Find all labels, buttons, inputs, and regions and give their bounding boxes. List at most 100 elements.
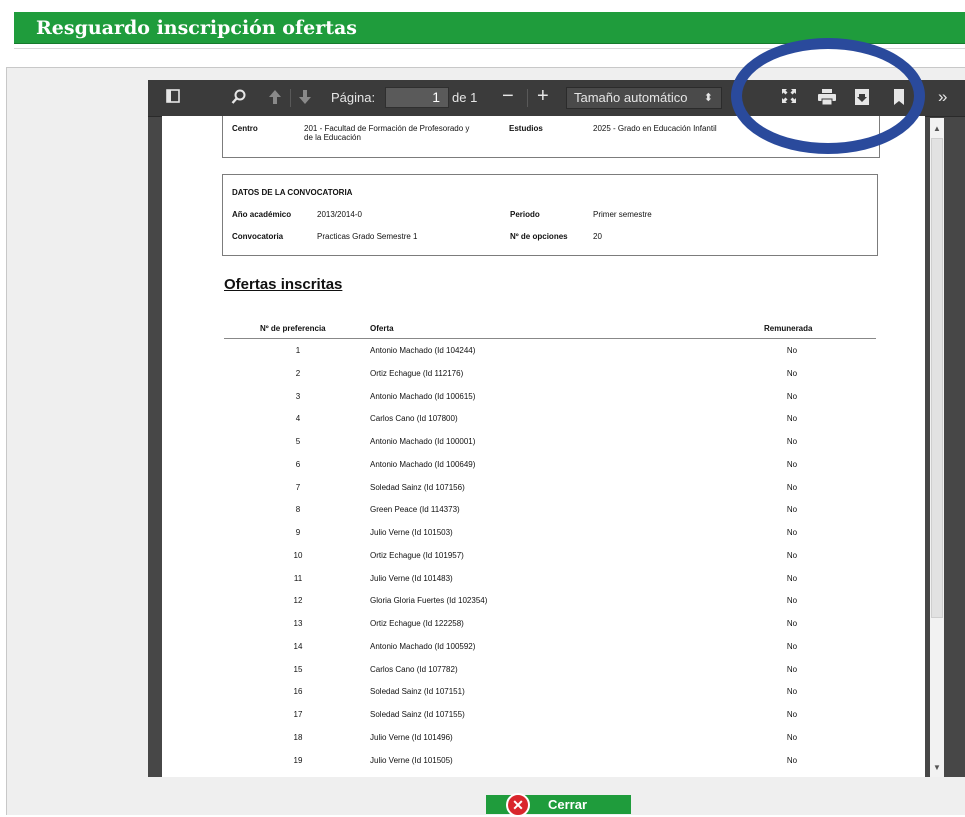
vertical-scrollbar[interactable]: ▲ ▼ <box>930 118 944 777</box>
tools-chevron-icon[interactable]: » <box>938 88 947 106</box>
estudios-label: Estudios <box>509 124 543 133</box>
preference-cell: 1 <box>295 346 301 355</box>
close-button[interactable]: ✕ Cerrar <box>486 793 631 817</box>
convocatoria-label: Convocatoria <box>232 232 284 241</box>
anio-label: Año académico <box>232 210 292 219</box>
preference-cell: 11 <box>293 573 303 583</box>
toolbar-separator <box>527 89 528 107</box>
search-icon[interactable] <box>231 89 247 110</box>
remunerada-cell: No <box>786 391 798 401</box>
preference-cell: 8 <box>295 505 301 515</box>
remunerada-cell: No <box>786 755 798 765</box>
oferta-cell: Carlos Cano (Id 107800) <box>370 414 458 424</box>
remunerada-cell: No <box>786 505 798 515</box>
preference-cell: 19 <box>293 755 303 765</box>
sidebar-toggle-icon[interactable] <box>166 89 180 108</box>
oferta-cell: Julio Verne (Id 101503) <box>370 528 453 537</box>
centro-value-line2: de la Educación <box>304 133 361 142</box>
oferta-cell: Julio Verne (Id 101505) <box>370 755 453 765</box>
zoom-in-icon[interactable]: + <box>537 86 549 106</box>
bookmark-icon[interactable] <box>894 89 904 110</box>
oferta-cell: Gloria Gloria Fuertes (Id 102354) <box>370 596 488 606</box>
table-row: 10 Ortiz Echague (Id 101957) No <box>162 551 925 573</box>
preference-cell: 17 <box>293 710 303 719</box>
preference-cell: 3 <box>295 391 301 401</box>
remunerada-cell: No <box>786 550 798 560</box>
periodo-label: Periodo <box>510 210 540 219</box>
zoom-select-value: Tamaño automático <box>574 90 688 105</box>
scroll-up-icon[interactable]: ▲ <box>930 124 944 136</box>
convocatoria-heading: DATOS DE LA CONVOCATORIA <box>232 188 353 197</box>
presentation-mode-icon[interactable] <box>782 89 796 108</box>
toolbar-separator <box>290 89 291 107</box>
pdf-toolbar: Página: 1 de 1 − + Tamaño automático ⬍ » <box>148 80 965 117</box>
zoom-select[interactable]: Tamaño automático ⬍ <box>566 87 722 109</box>
select-arrows-icon: ⬍ <box>703 92 713 104</box>
remunerada-cell: No <box>786 732 798 742</box>
preference-cell: 16 <box>293 687 303 697</box>
oferta-cell: Soledad Sainz (Id 107155) <box>370 710 465 719</box>
oferta-cell: Carlos Cano (Id 107782) <box>370 664 458 674</box>
oferta-cell: Ortiz Echague (Id 112176) <box>370 368 464 378</box>
pdf-page: Centro 201 - Facultad de Formación de Pr… <box>162 116 925 777</box>
table-row: 14 Antonio Machado (Id 100592) No <box>162 642 925 664</box>
close-icon: ✕ <box>506 793 530 817</box>
remunerada-cell: No <box>786 664 798 674</box>
column-header-pref: Nº de preferencia <box>260 324 326 333</box>
header-divider <box>14 48 965 49</box>
preference-cell: 7 <box>295 482 301 492</box>
table-row: 19 Julio Verne (Id 101505) No <box>162 756 925 778</box>
table-row: 9 Julio Verne (Id 101503) No <box>162 528 925 550</box>
estudios-value: 2025 - Grado en Educación Infantil <box>593 124 717 133</box>
oferta-cell: Julio Verne (Id 101496) <box>370 732 453 742</box>
table-row: 2 Ortiz Echague (Id 112176) No <box>162 369 925 391</box>
table-row: 8 Green Peace (Id 114373) No <box>162 505 925 527</box>
centro-value-line1: 201 - Facultad de Formación de Profesora… <box>304 124 470 133</box>
previous-page-icon[interactable] <box>268 89 282 110</box>
scrollbar-thumb[interactable] <box>931 138 943 618</box>
periodo-value: Primer semestre <box>593 210 652 219</box>
centro-label: Centro <box>232 124 258 133</box>
table-row: 3 Antonio Machado (Id 100615) No <box>162 392 925 414</box>
download-icon[interactable] <box>855 89 869 110</box>
opciones-label: Nº de opciones <box>510 232 568 241</box>
page-number-input[interactable]: 1 <box>385 87 449 108</box>
oferta-cell: Ortiz Echague (Id 101957) <box>370 550 464 560</box>
preference-cell: 18 <box>293 732 303 742</box>
preference-cell: 13 <box>293 619 303 628</box>
preference-cell: 9 <box>295 528 301 537</box>
preference-cell: 6 <box>295 459 301 469</box>
oferta-cell: Antonio Machado (Id 104244) <box>370 346 476 355</box>
pdf-viewer: Página: 1 de 1 − + Tamaño automático ⬍ »… <box>148 80 965 777</box>
remunerada-cell: No <box>786 346 798 355</box>
print-icon[interactable] <box>818 89 836 110</box>
oferta-cell: Antonio Machado (Id 100615) <box>370 391 476 401</box>
remunerada-cell: No <box>786 641 798 651</box>
table-header-rule <box>224 338 876 339</box>
table-row: 15 Carlos Cano (Id 107782) No <box>162 665 925 687</box>
remunerada-cell: No <box>786 482 798 492</box>
remunerada-cell: No <box>786 414 798 424</box>
oferta-cell: Soledad Sainz (Id 107151) <box>370 687 465 697</box>
student-info-box: Centro 201 - Facultad de Formación de Pr… <box>222 116 880 158</box>
table-row: 5 Antonio Machado (Id 100001) No <box>162 437 925 459</box>
table-row: 11 Julio Verne (Id 101483) No <box>162 574 925 596</box>
table-row: 17 Soledad Sainz (Id 107155) No <box>162 710 925 732</box>
table-row: 12 Gloria Gloria Fuertes (Id 102354) No <box>162 596 925 618</box>
preference-cell: 14 <box>293 641 303 651</box>
preference-cell: 12 <box>293 596 303 606</box>
remunerada-cell: No <box>786 368 798 378</box>
convocatoria-box: DATOS DE LA CONVOCATORIA Año académico 2… <box>222 174 878 256</box>
next-page-icon[interactable] <box>298 89 312 110</box>
remunerada-cell: No <box>786 459 798 469</box>
zoom-out-icon[interactable]: − <box>502 86 514 106</box>
page-label: Página: <box>331 90 376 105</box>
oferta-cell: Ortiz Echague (Id 122258) <box>370 619 464 628</box>
column-header-oferta: Oferta <box>370 324 394 333</box>
pdf-page-area: Centro 201 - Facultad de Formación de Pr… <box>162 116 925 777</box>
oferta-cell: Antonio Machado (Id 100592) <box>370 641 476 651</box>
preference-cell: 4 <box>295 414 301 424</box>
scroll-down-icon[interactable]: ▼ <box>930 763 944 775</box>
table-row: 4 Carlos Cano (Id 107800) No <box>162 414 925 436</box>
table-row: 18 Julio Verne (Id 101496) No <box>162 733 925 755</box>
